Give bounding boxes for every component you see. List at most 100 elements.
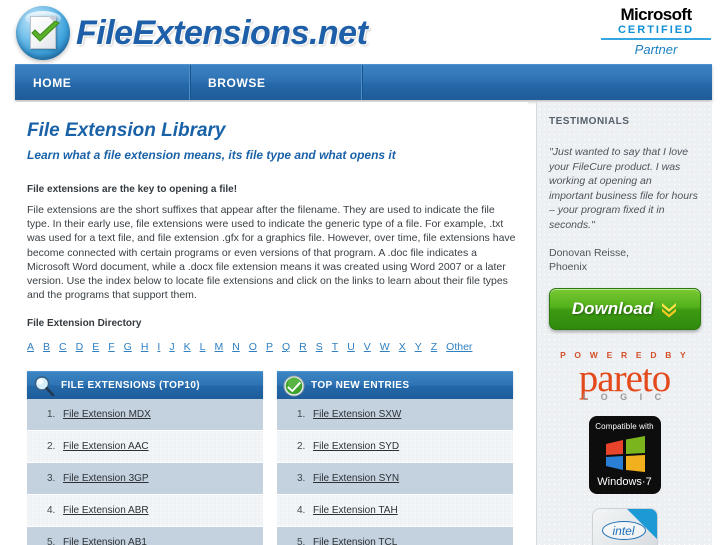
list-item[interactable]: 5. File Extension TCL <box>277 527 513 545</box>
panel-header: FILE EXTENSIONS (TOP10) <box>27 371 263 400</box>
row-number: 3. <box>297 473 306 485</box>
panels-container: FILE EXTENSIONS (TOP10) 1. File Extensio… <box>15 353 528 545</box>
intel-logo-icon: intel <box>601 521 646 540</box>
alpha-link-v[interactable]: V <box>364 341 371 353</box>
nav-item-browse-label: BROWSE <box>208 75 266 90</box>
list-item[interactable]: 2. File Extension AAC <box>27 431 263 464</box>
testimonial-author: Donovan Reisse, Phoenix <box>537 232 712 274</box>
main-content: File Extension Library Learn what a file… <box>15 102 528 545</box>
row-link[interactable]: File Extension MDX <box>63 409 151 420</box>
windows7-compatible-badge: Compatible with Windows·7 <box>588 416 661 494</box>
row-number: 2. <box>297 441 306 453</box>
nav-filler <box>362 65 712 100</box>
magnifier-icon <box>34 376 55 397</box>
alpha-link-j[interactable]: J <box>169 341 174 353</box>
row-link[interactable]: File Extension SXW <box>313 409 401 420</box>
download-button[interactable]: Download <box>549 288 701 330</box>
testimonial-quote: "Just wanted to say that I love your Fil… <box>549 146 698 231</box>
list-item[interactable]: 2. File Extension SYD <box>277 431 513 464</box>
panel-file-extensions-top10: FILE EXTENSIONS (TOP10) 1. File Extensio… <box>27 371 263 545</box>
pareto-logic-logo: P O W E R E D B Y pareto L O G I C <box>537 330 712 402</box>
alpha-link-a[interactable]: A <box>27 341 34 353</box>
row-number: 1. <box>297 409 306 421</box>
alpha-link-d[interactable]: D <box>76 341 84 353</box>
alpha-link-t[interactable]: T <box>332 341 338 353</box>
microsoft-wordmark: Microsoft <box>620 5 692 24</box>
certified-label: CERTIFIED <box>601 23 711 40</box>
alpha-link-o[interactable]: O <box>249 341 257 353</box>
row-link[interactable]: File Extension 3GP <box>63 473 149 484</box>
double-chevron-down-icon <box>662 303 677 318</box>
microsoft-certified-partner-badge: Microsoft CERTIFIED Partner <box>601 6 711 59</box>
alpha-link-h[interactable]: H <box>141 341 149 353</box>
site-header: FileExtensions.net Microsoft CERTIFIED P… <box>0 0 727 62</box>
alpha-link-q[interactable]: Q <box>282 341 290 353</box>
page-subtitle: Learn what a file extension means, its f… <box>27 148 396 162</box>
alpha-link-g[interactable]: G <box>124 341 132 353</box>
row-link[interactable]: File Extension ABR <box>63 505 149 516</box>
alphabet-index: A B C D E F G H I J K L M N O P Q R S T … <box>15 329 528 353</box>
panel-title: FILE EXTENSIONS (TOP10) <box>61 380 201 392</box>
row-number: 2. <box>47 441 56 453</box>
alpha-link-i[interactable]: I <box>157 341 160 353</box>
download-button-wrap: Download <box>537 274 712 330</box>
panel-top-new-entries: TOP NEW ENTRIES 1. File Extension SXW 2.… <box>277 371 513 545</box>
row-link[interactable]: File Extension TAH <box>313 505 398 516</box>
row-link[interactable]: File Extension AAC <box>63 441 149 452</box>
alpha-link-l[interactable]: L <box>200 341 206 353</box>
alpha-link-u[interactable]: U <box>347 341 355 353</box>
alpha-link-y[interactable]: Y <box>415 341 422 353</box>
windows-badge-name: Windows·7 <box>597 476 652 488</box>
row-number: 5. <box>297 537 306 545</box>
row-link[interactable]: File Extension TCL <box>313 537 397 545</box>
alpha-link-f[interactable]: F <box>108 341 114 353</box>
alpha-link-r[interactable]: R <box>299 341 307 353</box>
alpha-link-c[interactable]: C <box>59 341 67 353</box>
testimonial-author-city: Phoenix <box>549 261 587 273</box>
panel-header: TOP NEW ENTRIES <box>277 371 513 400</box>
row-number: 4. <box>297 505 306 517</box>
page-root: FileExtensions.net Microsoft CERTIFIED P… <box>0 0 727 545</box>
windows-flag-icon <box>605 436 645 472</box>
page-title: File Extension Library <box>27 120 226 141</box>
row-link[interactable]: File Extension SYN <box>313 473 399 484</box>
list-item[interactable]: 3. File Extension 3GP <box>27 463 263 496</box>
list-item[interactable]: 5. File Extension AB1 <box>27 527 263 545</box>
alpha-link-b[interactable]: B <box>43 341 50 353</box>
list-item[interactable]: 4. File Extension TAH <box>277 495 513 528</box>
alpha-link-other[interactable]: Other <box>446 341 472 353</box>
panel-title: TOP NEW ENTRIES <box>311 380 410 392</box>
row-link[interactable]: File Extension SYD <box>313 441 399 452</box>
nav-item-browse[interactable]: BROWSE <box>190 65 363 100</box>
sidebar: TESTIMONIALS "Just wanted to say that I … <box>536 102 712 545</box>
alpha-link-e[interactable]: E <box>92 341 99 353</box>
alpha-link-m[interactable]: M <box>214 341 223 353</box>
alpha-link-w[interactable]: W <box>380 341 390 353</box>
alpha-link-s[interactable]: S <box>316 341 323 353</box>
list-item[interactable]: 1. File Extension SXW <box>277 399 513 432</box>
directory-heading: File Extension Directory <box>27 318 142 330</box>
list-item[interactable]: 4. File Extension ABR <box>27 495 263 528</box>
main-navigation: HOME BROWSE <box>15 64 712 100</box>
row-number: 1. <box>47 409 56 421</box>
alpha-link-z[interactable]: Z <box>431 341 437 353</box>
list-item[interactable]: 3. File Extension SYN <box>277 463 513 496</box>
alpha-link-x[interactable]: X <box>399 341 406 353</box>
nav-item-home-label: HOME <box>33 75 72 90</box>
lead-paragraph: File extensions are the key to opening a… <box>27 184 238 195</box>
site-logo-text: FileExtensions.net <box>76 13 368 52</box>
pareto-logic-suffix: L O G I C <box>582 392 667 402</box>
row-number: 4. <box>47 505 56 517</box>
list-item[interactable]: 1. File Extension MDX <box>27 399 263 432</box>
intro-paragraph: File extensions are the short suffixes t… <box>27 204 516 302</box>
intel-badge: intel <box>591 508 658 545</box>
alpha-link-n[interactable]: N <box>232 341 240 353</box>
row-link[interactable]: File Extension AB1 <box>63 537 147 545</box>
alpha-link-k[interactable]: K <box>184 341 191 353</box>
nav-item-home[interactable]: HOME <box>15 65 191 100</box>
partner-label: Partner <box>634 42 678 57</box>
testimonial-author-name: Donovan Reisse, <box>549 247 629 259</box>
alpha-link-p[interactable]: P <box>266 341 273 353</box>
download-button-label: Download <box>571 299 654 318</box>
site-logo[interactable]: FileExtensions.net <box>16 6 368 60</box>
